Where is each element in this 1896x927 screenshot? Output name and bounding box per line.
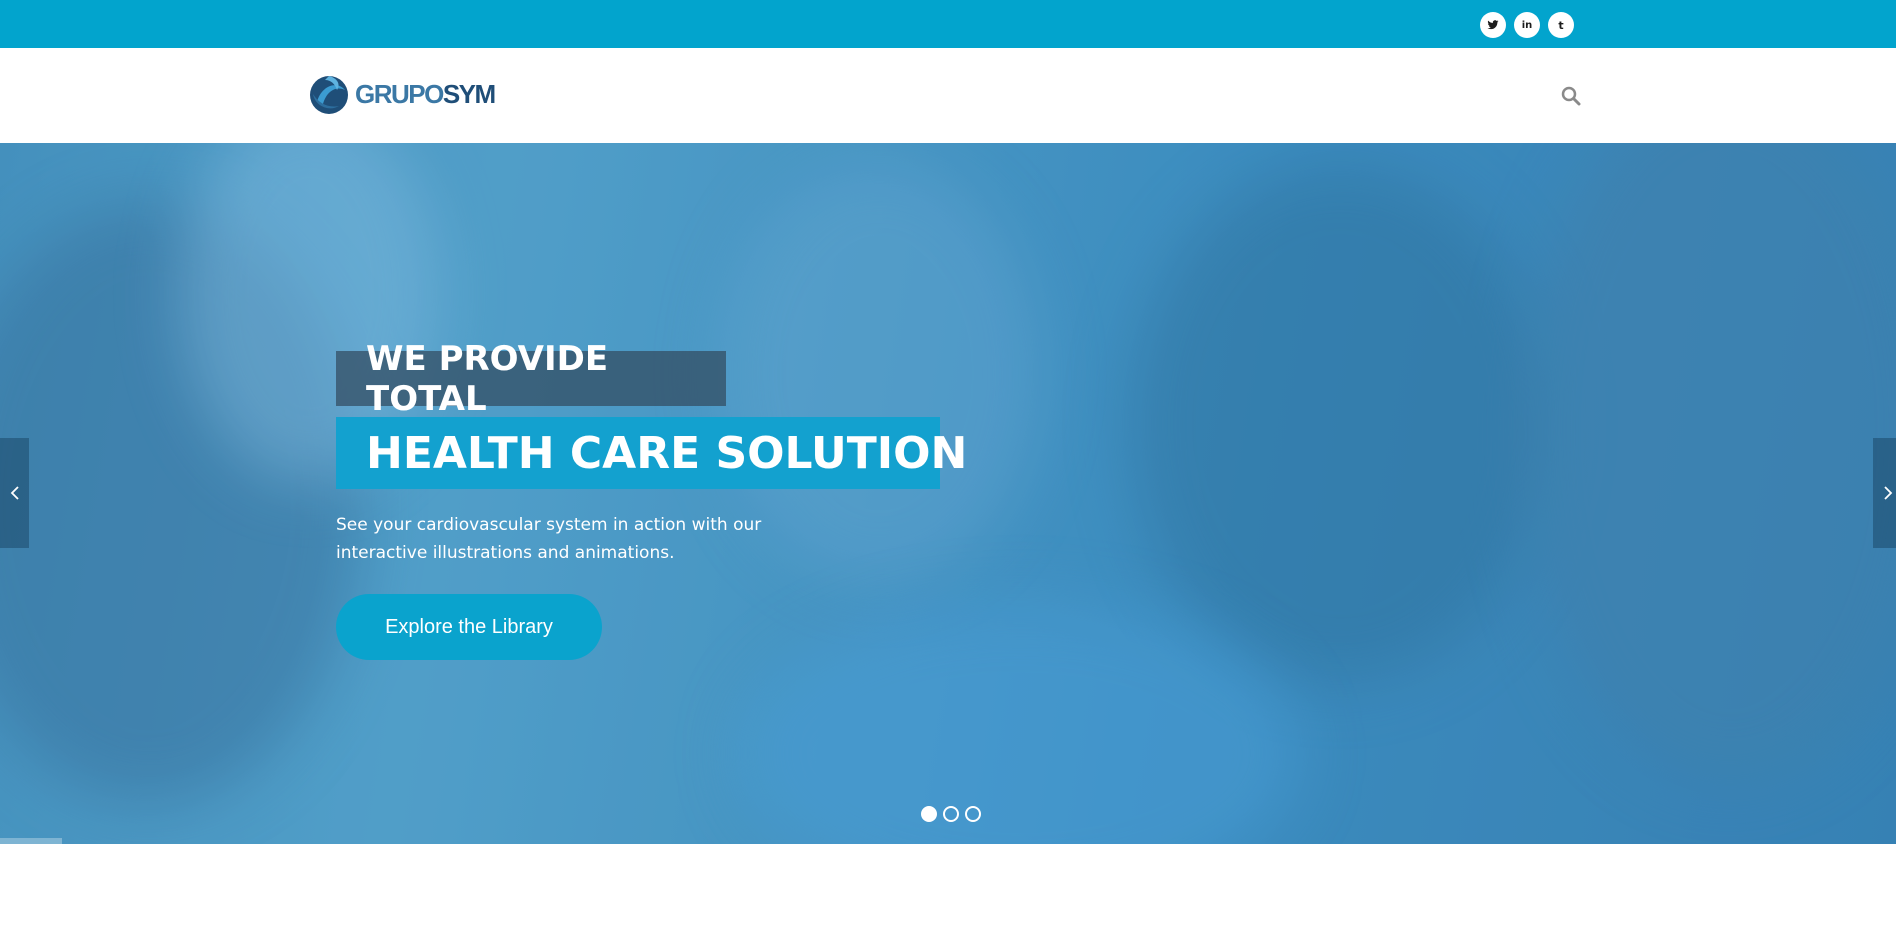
slider-progress-bar — [0, 838, 62, 844]
slider-prev-button[interactable] — [0, 438, 29, 548]
logo-mark-icon — [310, 76, 348, 114]
logo[interactable]: GRUPOSYM — [307, 72, 496, 116]
logo-text-dark: SYM — [442, 78, 496, 109]
hero-slider: WE PROVIDE TOTAL HEALTH CARE SOLUTION Se… — [0, 143, 1896, 844]
hero-heading-line2: HEALTH CARE SOLUTION — [336, 417, 967, 489]
hero-overlay — [0, 143, 1896, 844]
slider-dot[interactable] — [943, 806, 959, 822]
explore-library-button[interactable]: Explore the Library — [336, 594, 602, 660]
logo-text-light: GRUPO — [355, 78, 444, 109]
slider-dot[interactable] — [965, 806, 981, 822]
slider-next-button[interactable] — [1873, 438, 1896, 548]
search-icon[interactable] — [1561, 86, 1581, 106]
logo-text: GRUPOSYM — [355, 78, 496, 110]
twitter-icon[interactable] — [1480, 12, 1506, 38]
hero-description: See your cardiovascular system in action… — [336, 515, 762, 563]
slider-pagination — [921, 806, 981, 822]
slider-dot[interactable] — [921, 806, 937, 822]
linkedin-icon[interactable]: in — [1514, 12, 1540, 38]
top-bar: in t — [0, 0, 1896, 48]
hero-heading-line1: WE PROVIDE TOTAL — [336, 339, 726, 419]
tumblr-icon[interactable]: t — [1548, 12, 1574, 38]
site-header: GRUPOSYM — [0, 48, 1896, 143]
chevron-left-icon — [10, 486, 19, 500]
chevron-right-icon — [1883, 486, 1892, 500]
